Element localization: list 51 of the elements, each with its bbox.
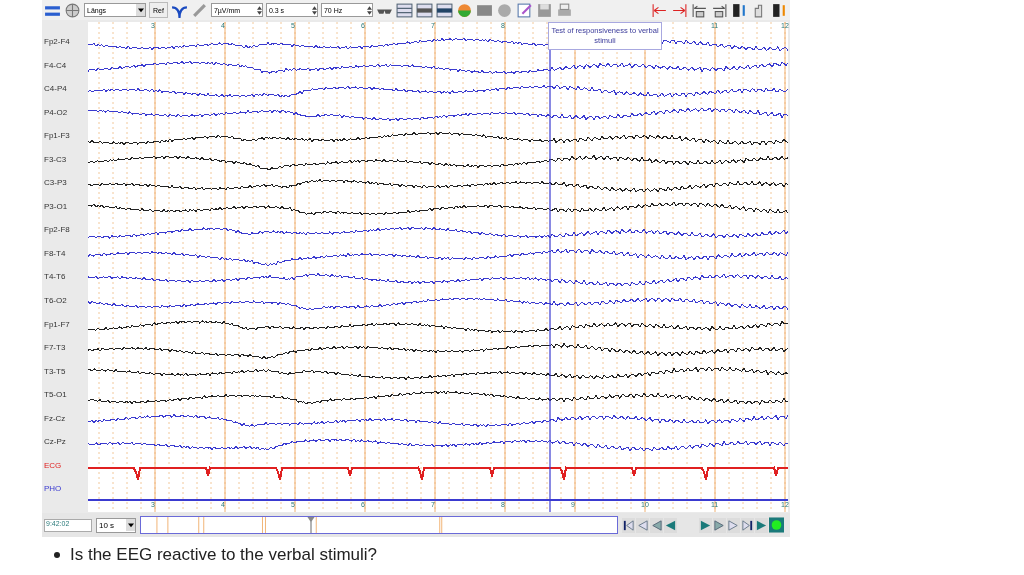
record-icon[interactable] xyxy=(769,517,784,533)
step-forward-icon[interactable] xyxy=(713,517,726,533)
channel-label: ECG xyxy=(43,459,63,472)
spinner-arrows-icon[interactable] xyxy=(366,4,372,16)
first-page-icon[interactable] xyxy=(622,517,635,533)
channel-label: Fp2-F4 xyxy=(43,36,71,48)
channels-icon[interactable] xyxy=(731,1,748,19)
layout-icon[interactable] xyxy=(415,1,433,19)
channel-label: C4-P4 xyxy=(43,83,68,96)
spinner-arrows-icon[interactable] xyxy=(311,4,317,16)
arrow-right-icon[interactable] xyxy=(671,1,688,19)
channel-label: T4-T6 xyxy=(43,271,67,284)
bullet-icon xyxy=(54,552,60,558)
arrow-right-icon[interactable] xyxy=(711,1,728,19)
print-icon[interactable] xyxy=(555,1,573,19)
channel-label: C3-P3 xyxy=(43,177,68,190)
channel-label: F8-T4 xyxy=(43,247,67,260)
channel-label: P3-O1 xyxy=(43,200,69,213)
channels-icon[interactable] xyxy=(771,1,788,19)
channel-label: T5-O1 xyxy=(43,389,68,402)
globe-icon[interactable] xyxy=(64,1,81,19)
edit-icon[interactable] xyxy=(515,1,533,19)
save-icon[interactable] xyxy=(535,1,553,19)
channel-label: T6-O2 xyxy=(43,295,68,307)
channel-label: T3-T5 xyxy=(43,365,67,378)
arrow-left-icon[interactable] xyxy=(651,1,668,19)
channel-label: Cz-Pz xyxy=(43,436,67,449)
caret-icon xyxy=(126,519,135,531)
question-text: Is the EEG reactive to the verbal stimuli? xyxy=(70,545,378,565)
channel-label: Fp2-F8 xyxy=(43,224,71,237)
channel-label: PHO xyxy=(43,483,63,496)
channel-label: Fp1-F7 xyxy=(43,318,71,331)
channel-label: P4-O2 xyxy=(43,106,69,119)
channel-label: F4-C4 xyxy=(43,59,68,72)
page-length-select[interactable]: 10 s xyxy=(96,517,136,533)
arrow-left-icon[interactable] xyxy=(691,1,708,19)
caret-icon xyxy=(136,4,145,16)
channel-label: F3-C3 xyxy=(43,153,68,166)
layout-icon[interactable] xyxy=(435,1,453,19)
layout-icon[interactable] xyxy=(395,1,413,19)
timeline-scrollbar[interactable] xyxy=(140,516,618,534)
channel-label: Fz-Cz xyxy=(43,412,67,425)
last-page-icon[interactable] xyxy=(741,517,754,533)
play-icon[interactable] xyxy=(755,517,768,533)
channel-label: Fp1-F3 xyxy=(43,130,71,143)
play-icon[interactable] xyxy=(699,517,712,533)
channel-label: F7-T3 xyxy=(43,342,67,355)
step-back-icon[interactable] xyxy=(650,517,663,533)
spinner-arrows-icon[interactable] xyxy=(256,4,262,16)
play-back-icon[interactable] xyxy=(664,517,677,533)
position-marker-icon[interactable] xyxy=(307,517,315,533)
